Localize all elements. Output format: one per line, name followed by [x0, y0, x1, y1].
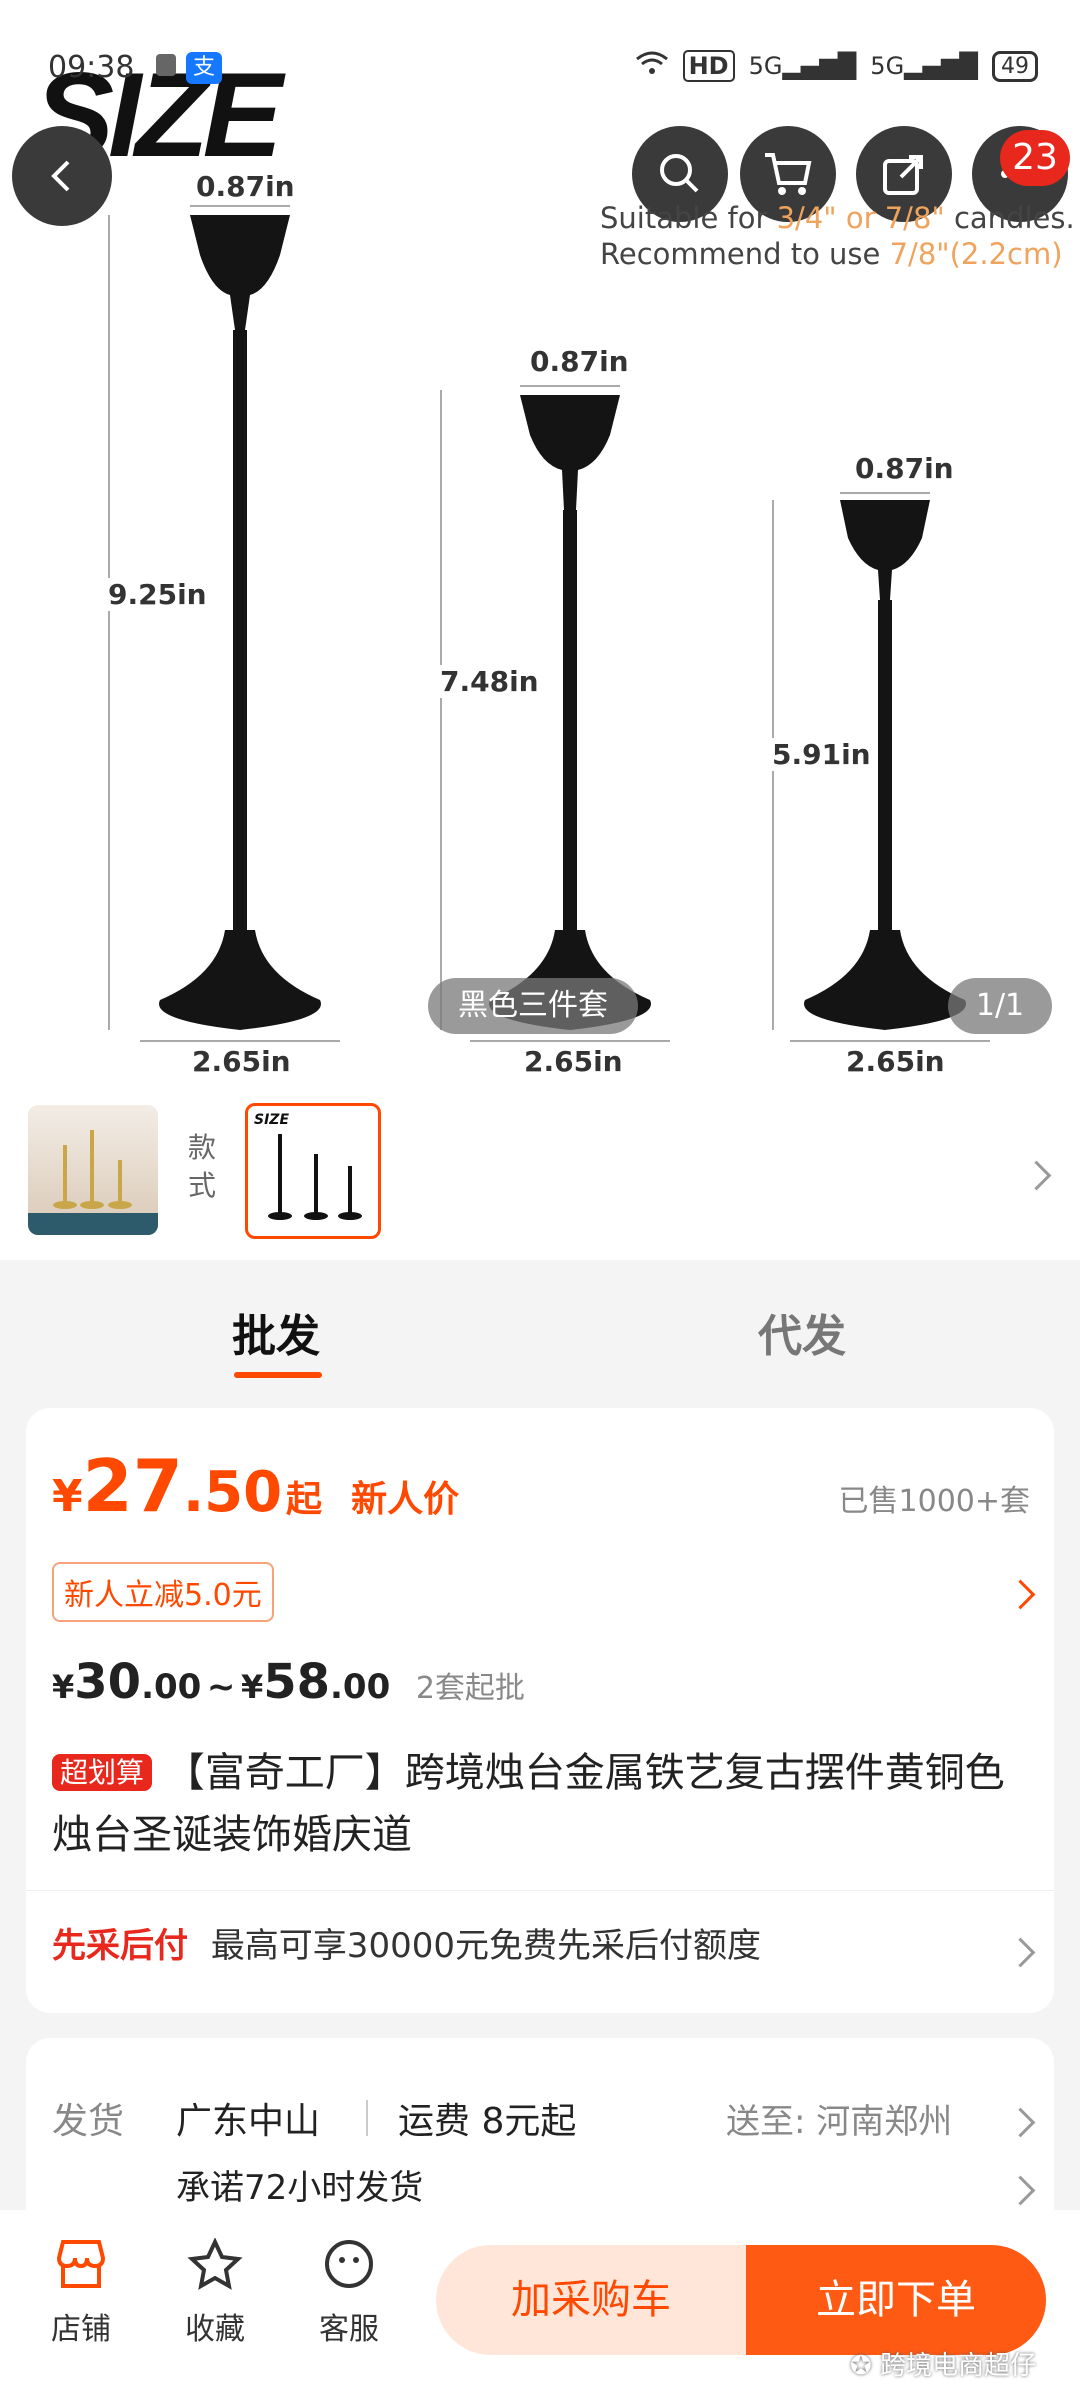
- product-title: 超划算 【富奇工厂】跨境烛台金属铁艺复古摆件黄铜色烛台圣诞装饰婚庆道: [52, 1750, 1005, 1858]
- new-user-coupon[interactable]: 新人立减5.0元: [52, 1562, 274, 1622]
- dim-line: [190, 205, 290, 207]
- gold-candlestick-image: [28, 1130, 158, 1235]
- star-icon: [187, 2237, 243, 2290]
- dim-line: [790, 1040, 990, 1042]
- shipping-promise: 承诺72小时发货: [176, 2168, 424, 2208]
- watermark: ✪ 跨境电商超仔: [850, 2351, 1037, 2381]
- buy-now-button[interactable]: 立即下单: [746, 2245, 1046, 2355]
- dim-base-2: 2.65in: [524, 1045, 623, 1078]
- dim-base-3: 2.65in: [846, 1045, 945, 1078]
- dim-height-2: 7.48in: [440, 665, 539, 698]
- black-candlestick-image: SIZE: [254, 1112, 362, 1220]
- tab-wholesale[interactable]: 批发: [232, 1300, 320, 1364]
- divider: [366, 2100, 368, 2136]
- candlestick-drawing: [159, 215, 966, 1030]
- price-range: ¥30.00 ~ ¥58.00 2套起批: [52, 1654, 525, 1710]
- dim-line: [520, 385, 620, 387]
- service-icon: [325, 2240, 373, 2288]
- dim-height-1: 9.25in: [108, 578, 207, 611]
- tab-dropship[interactable]: 代发: [758, 1300, 846, 1364]
- shop-button[interactable]: 店铺: [26, 2238, 136, 2348]
- add-to-cart-button[interactable]: 加采购车: [436, 2245, 746, 2355]
- product-image[interactable]: SIZE 09:38 支 HD 5G▂▄▆█ 5G▂▄▆█ 49 23 Suit…: [0, 0, 1080, 1085]
- price-card: ¥27.50 起 新人价 已售1000+套 新人立减5.0元 ¥30.00 ~ ¥…: [26, 1408, 1054, 2013]
- bottom-action-bar: 店铺 收藏 客服 加采购车 立即下单 ✪ 跨境电商超仔: [0, 2210, 1080, 2387]
- dim-line: [470, 1040, 670, 1042]
- sold-count: 已售1000+套: [838, 1484, 1030, 1519]
- purchase-mode-tabs: 批发 代发: [0, 1260, 1080, 1390]
- shipping-card: 发货 广东中山 运费 8元起 送至: 河南郑州 承诺72小时发货: [26, 2038, 1054, 2238]
- pay-later-label: 先采后付: [52, 1926, 188, 1966]
- variant-pill[interactable]: 黑色三件套: [428, 978, 638, 1034]
- shipping-origin: 广东中山: [176, 2101, 321, 2142]
- thumbnail-gold[interactable]: [28, 1105, 158, 1235]
- dim-line: [840, 492, 930, 494]
- shipping-fee: 运费 8元起: [398, 2101, 577, 2142]
- customer-service-button[interactable]: 客服: [294, 2238, 404, 2348]
- favorite-button[interactable]: 收藏: [160, 2237, 270, 2348]
- chevron-right-icon[interactable]: [1005, 2175, 1036, 2206]
- wechat-icon: ✪: [850, 2351, 872, 2381]
- dim-top-3: 0.87in: [855, 452, 954, 485]
- new-user-price-label: 新人价: [351, 1479, 460, 1520]
- ship-to[interactable]: 送至: 河南郑州: [726, 2094, 952, 2143]
- dim-base-1: 2.65in: [192, 1045, 291, 1078]
- pay-later-row[interactable]: 先采后付 最高可享30000元免费先采后付额度: [52, 1918, 761, 1967]
- chevron-right-icon[interactable]: [1021, 1160, 1052, 1191]
- svg-text:SIZE: SIZE: [254, 1112, 289, 1128]
- shop-icon: [56, 2240, 106, 2288]
- chevron-right-icon[interactable]: [1005, 1579, 1036, 1610]
- dim-top-2: 0.87in: [530, 345, 629, 378]
- shipping-label: 发货: [52, 2101, 125, 2142]
- dim-top-1: 0.87in: [196, 170, 295, 203]
- price-main: ¥27.50 起 新人价: [52, 1444, 460, 1528]
- dim-line: [108, 215, 110, 1030]
- dim-height-3: 5.91in: [772, 738, 871, 771]
- divider: [26, 1890, 1054, 1891]
- style-label: 款式: [188, 1131, 217, 1202]
- deal-tag: 超划算: [52, 1754, 153, 1791]
- min-order: 2套起批: [415, 1671, 525, 1706]
- chevron-right-icon[interactable]: [1005, 1937, 1036, 1968]
- dim-line: [440, 390, 442, 1030]
- dim-line: [140, 1040, 340, 1042]
- image-page-counter: 1/1: [948, 978, 1052, 1034]
- thumbnail-black-selected[interactable]: SIZE: [245, 1103, 381, 1239]
- pay-later-text: 最高可享30000元免费先采后付额度: [210, 1926, 761, 1966]
- tab-indicator: [234, 1372, 322, 1378]
- style-thumbnail-strip: 款式 SIZE: [0, 1085, 1080, 1260]
- chevron-right-icon[interactable]: [1005, 2107, 1036, 2138]
